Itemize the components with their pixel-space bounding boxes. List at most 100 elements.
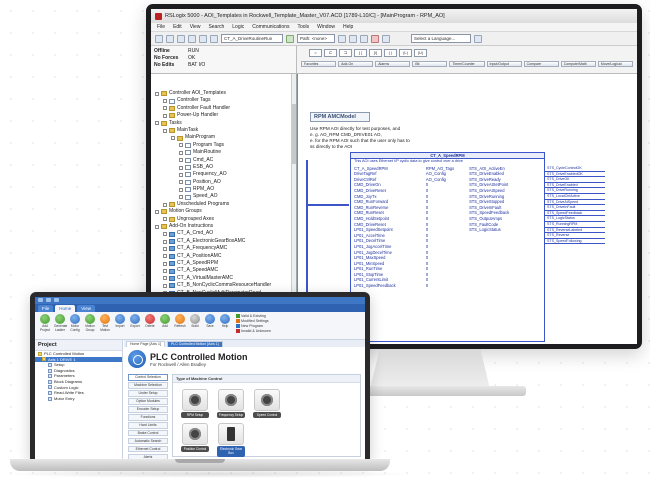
ribbon-button-delete[interactable]: Delete [144, 314, 156, 332]
rung-button[interactable]: = [309, 49, 322, 57]
paste-icon[interactable] [210, 34, 218, 43]
tab-plc-controlled-motion[interactable]: PLC Controlled Motion [Axis 1] [166, 341, 223, 347]
menu-view[interactable]: View [190, 24, 201, 30]
otl-button[interactable]: (L) [399, 49, 412, 57]
expand-toggle-icon[interactable] [179, 172, 183, 177]
branch-button[interactable]: ⊏ [324, 49, 337, 57]
open-file-icon[interactable] [166, 34, 174, 43]
tree-item[interactable]: Frequency_AO [151, 171, 296, 178]
ribbon-button-generate-ladder[interactable]: Generate Ladder [54, 314, 67, 332]
branch-level-button[interactable]: ⊐ [339, 49, 352, 57]
expand-toggle-icon[interactable] [163, 261, 167, 266]
instruction-tab[interactable]: Move/Logical [597, 61, 633, 67]
tree-item[interactable]: Power-Up Handler [151, 112, 296, 119]
expand-toggle-icon[interactable] [179, 143, 183, 148]
tree-item[interactable]: CT_A_ElectronicGearBoxAMC [151, 238, 296, 245]
tab-file[interactable]: File [38, 305, 54, 312]
tree-item[interactable]: CT_A_VirtualMasterAMC [151, 275, 296, 282]
tree-item[interactable]: Controller Fault Handler [151, 105, 296, 112]
menu-search[interactable]: Search [208, 24, 224, 30]
control-type-card[interactable]: RPM Setup [181, 389, 209, 419]
output-coil[interactable]: STS_SpeedFollowing [545, 239, 605, 245]
wizard-step[interactable]: Functions [128, 413, 168, 421]
ribbon-button-help[interactable]: Help [219, 314, 231, 332]
ote-button[interactable]: ( ) [384, 49, 397, 57]
menu-tools[interactable]: Tools [297, 24, 309, 30]
ribbon-button-save[interactable]: Save [204, 314, 216, 332]
verify-icon[interactable] [286, 34, 294, 43]
ribbon-button-refresh[interactable]: Refresh [174, 314, 186, 332]
project-tree-item[interactable]: Motor Entry [35, 396, 122, 402]
wizard-step[interactable]: Option Modules [128, 397, 168, 405]
wizard-step[interactable]: Ethernet Control [128, 445, 168, 453]
expand-toggle-icon[interactable] [179, 165, 183, 170]
expand-toggle-icon[interactable] [163, 283, 167, 288]
instruction-tab[interactable]: Input/Output [486, 61, 522, 67]
wizard-step[interactable]: Brake Control [128, 429, 168, 437]
tree-item[interactable]: Tasks [151, 120, 296, 127]
tree-item[interactable]: Program Tags [151, 142, 296, 149]
expand-toggle-icon[interactable] [163, 128, 167, 133]
ribbon-button-build[interactable]: Build [189, 314, 201, 332]
expand-toggle-icon[interactable] [155, 209, 159, 214]
ribbon-button-motion-group[interactable]: Motion Group [84, 314, 96, 332]
xic-button[interactable]: ] [ [354, 49, 367, 57]
ribbon-button-motor-config[interactable]: Motor Config [69, 314, 81, 332]
ribbon-button-test-motion[interactable]: Test Motion [99, 314, 111, 332]
tree-item[interactable]: Add-On Instructions [151, 223, 296, 230]
tree-item[interactable]: RPM_AO [151, 186, 296, 193]
tree-item[interactable]: Ungrouped Axes [151, 216, 296, 223]
control-type-card[interactable]: Speed Control [253, 389, 281, 419]
menu-logic[interactable]: Logic [232, 24, 244, 30]
help-icon[interactable] [382, 34, 390, 43]
tab-view[interactable]: View [77, 305, 95, 312]
tree-item[interactable]: Motion Groups [151, 208, 296, 215]
zoom-in-icon[interactable] [349, 34, 357, 43]
expand-toggle-icon[interactable] [163, 202, 167, 207]
tree-item[interactable]: Controller Tags [151, 97, 296, 104]
language-combo[interactable]: Select a Language... [411, 34, 471, 43]
menu-file[interactable]: File [157, 24, 165, 30]
expand-toggle-icon[interactable] [179, 180, 183, 185]
expand-toggle-icon[interactable] [155, 91, 159, 96]
tree-item[interactable]: CT_B_NonCyclicCommsResourceHandler [151, 282, 296, 289]
expand-toggle-icon[interactable] [163, 269, 167, 274]
expand-toggle-icon[interactable] [179, 195, 183, 200]
routine-combo[interactable]: CT_A_DriveRoutineRun [221, 34, 283, 43]
tree-item[interactable]: CT_A_SpeedAMC [151, 267, 296, 274]
zoom-out-icon[interactable] [360, 34, 368, 43]
tab-home-page[interactable]: Home Page [Axis 1] [126, 341, 165, 347]
xio-button[interactable]: ]/[ [369, 49, 382, 57]
tree-item[interactable]: CT_A_SpeedRPM [151, 260, 296, 267]
ribbon-button-export[interactable]: Export [129, 314, 141, 332]
tab-home[interactable]: Home [55, 305, 76, 312]
expand-toggle-icon[interactable] [155, 121, 159, 126]
otu-button[interactable]: (U) [414, 49, 427, 57]
tree-item[interactable]: MainTask [151, 127, 296, 134]
save-icon[interactable] [177, 34, 185, 43]
instruction-tab[interactable]: Compare [523, 61, 559, 67]
expand-toggle-icon[interactable] [163, 99, 167, 104]
wizard-step[interactable]: Encoder Setup [128, 405, 168, 413]
expand-toggle-icon[interactable] [155, 224, 159, 229]
expand-toggle-icon[interactable] [163, 239, 167, 244]
control-type-card[interactable]: Electronic Gear Box [217, 423, 245, 457]
tree-item[interactable]: ESB_AO [151, 164, 296, 171]
aoi-instruction-block[interactable]: CT_A_SpeedRPM This AOI uses Ethernet I/P… [350, 152, 545, 342]
tree-item[interactable]: Position_AO [151, 179, 296, 186]
ribbon-button-import[interactable]: Import [114, 314, 126, 332]
wizard-step[interactable]: Hard Limits [128, 421, 168, 429]
tree-item[interactable]: CT_A_FrequencyAMC [151, 245, 296, 252]
menu-communications[interactable]: Communications [252, 24, 289, 30]
menu-edit[interactable]: Edit [173, 24, 182, 30]
expand-toggle-icon[interactable] [163, 246, 167, 251]
wizard-step[interactable]: Under Setup [128, 389, 168, 397]
instruction-tab[interactable]: Add-On [338, 61, 374, 67]
language-go-icon[interactable] [474, 34, 482, 43]
ribbon-button-add-project[interactable]: Add Project [39, 314, 51, 332]
expand-toggle-icon[interactable] [163, 106, 167, 111]
tree-item[interactable]: Controller AOI_Templates [151, 90, 296, 97]
stop-icon[interactable] [371, 34, 379, 43]
wizard-step[interactable]: Automatic Search [128, 437, 168, 445]
expand-toggle-icon[interactable] [179, 150, 183, 155]
